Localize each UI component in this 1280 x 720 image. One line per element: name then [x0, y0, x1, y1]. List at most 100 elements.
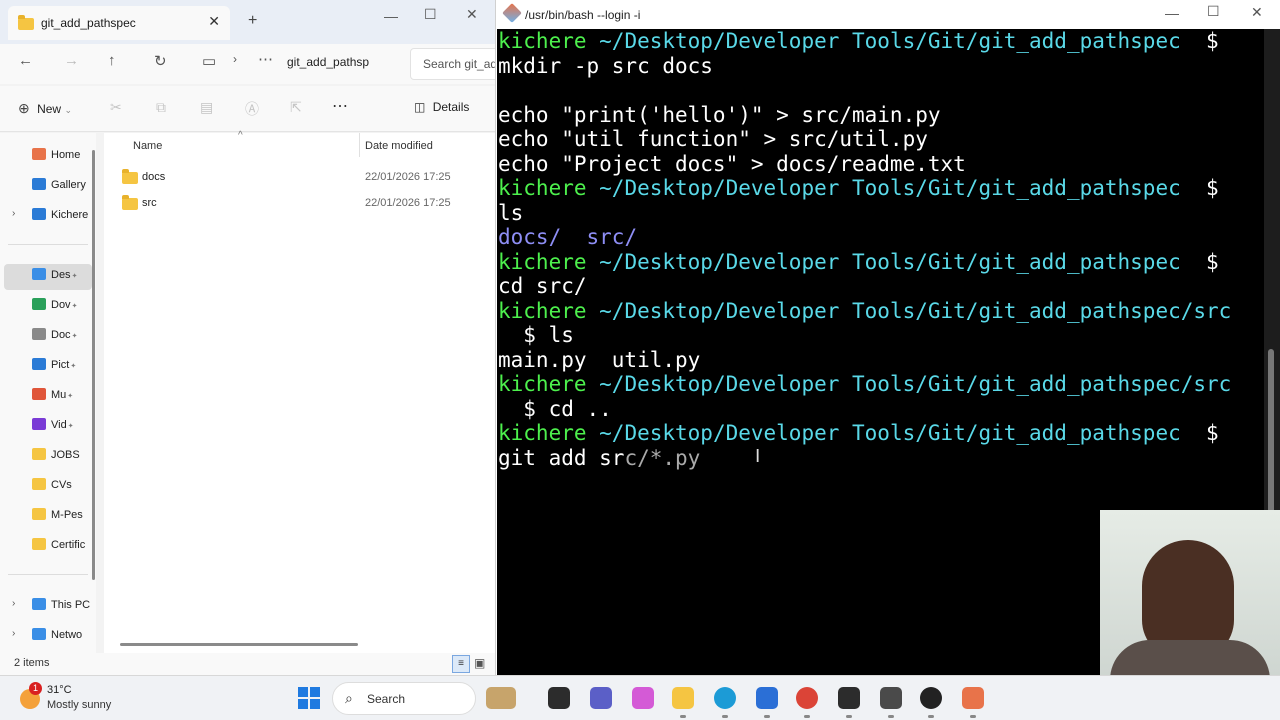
edge-icon[interactable]: [714, 687, 736, 709]
terminal-line: kichere ~/Desktop/Developer Tools/Git/gi…: [498, 421, 1280, 446]
nav-item-doc[interactable]: Doc✦: [32, 328, 94, 350]
navigation-pane: Home Gallery › Kichere Des✦ Dov✦ Doc✦ Pict✦ Mu✦ V…: [0, 133, 96, 653]
nav-item-mu[interactable]: Mu✦: [32, 388, 94, 410]
plus-circle-icon: ⊕: [18, 100, 30, 116]
search-icon: ⌕: [345, 690, 353, 706]
up-arrow-icon[interactable]: ↑: [108, 52, 116, 69]
terminal-text: echo "util function" > src/util.py: [498, 127, 928, 151]
git-icon[interactable]: [962, 687, 984, 709]
terminal-line: kichere ~/Desktop/Developer Tools/Git/gi…: [498, 250, 1280, 275]
file-explorer-window: git_add_pathspec ✕ + — ☐ ✕ ← → ↑ ↻ ▭ › ⋯…: [0, 0, 496, 675]
music-icon: [32, 388, 46, 400]
nav-item-this-pc[interactable]: This PC: [32, 598, 94, 620]
nav-pane-scrollbar[interactable]: [92, 150, 95, 580]
file-list: ^ Name Date modified docs 22/01/2026 17:2…: [104, 130, 495, 653]
nav-item-kichere[interactable]: Kichere: [32, 208, 94, 230]
chrome-icon[interactable]: [796, 687, 818, 709]
nav-item-m-pes[interactable]: M-Pes: [32, 508, 94, 530]
start-button[interactable]: [298, 687, 320, 709]
file-row[interactable]: src 22/01/2026 17:25: [118, 193, 488, 215]
refresh-icon[interactable]: ↻: [154, 52, 167, 70]
task-view-icon[interactable]: [548, 687, 570, 709]
nav-item-pict[interactable]: Pict✦: [32, 358, 94, 380]
more-path-icon[interactable]: ⋯: [258, 50, 273, 68]
chevron-down-icon: ⌄: [64, 105, 72, 115]
back-arrow-icon[interactable]: ←: [18, 52, 33, 69]
file-row[interactable]: docs 22/01/2026 17:25: [118, 167, 488, 189]
terminal-text: echo "print('hello')" > src/main.py: [498, 102, 941, 127]
nav-item-certific[interactable]: Certific: [32, 538, 94, 560]
rename-icon[interactable]: Ⓐ: [245, 99, 259, 119]
expand-chevron-icon[interactable]: ›: [12, 208, 15, 219]
expand-chevron-icon[interactable]: ›: [12, 598, 15, 609]
terminal-text: kichere: [498, 249, 600, 274]
nav-item-netwo[interactable]: Netwo: [32, 628, 94, 650]
column-header-name[interactable]: Name: [133, 140, 162, 152]
terminal-close-button[interactable]: ✕: [1251, 4, 1263, 21]
nav-item-cvs[interactable]: CVs: [32, 478, 94, 500]
cut-icon[interactable]: ✂: [110, 99, 122, 116]
nav-item-gallery[interactable]: Gallery: [32, 178, 94, 200]
nav-item-home[interactable]: Home: [32, 148, 94, 170]
explorer-tab[interactable]: git_add_pathspec ✕: [8, 6, 230, 40]
record-icon[interactable]: [920, 687, 942, 709]
nav-item-label: M-Pes: [51, 509, 83, 521]
list-view-icon[interactable]: ≡: [452, 655, 470, 673]
terminal-line: echo "Project docs" > docs/readme.txt: [498, 152, 1280, 177]
details-button[interactable]: ◫ Details: [414, 100, 469, 114]
terminal-text: $: [1180, 249, 1219, 274]
terminal-line: kichere ~/Desktop/Developer Tools/Git/gi…: [498, 299, 1280, 324]
expand-chevron-icon[interactable]: ›: [12, 628, 15, 639]
nav-item-vid[interactable]: Vid✦: [32, 418, 94, 440]
widget-icon[interactable]: [486, 687, 516, 709]
folder-icon: [18, 15, 34, 30]
close-tab-icon[interactable]: ✕: [208, 13, 220, 30]
minimize-button[interactable]: —: [384, 8, 398, 24]
teams-icon[interactable]: [590, 687, 612, 709]
new-tab-button[interactable]: +: [248, 12, 257, 30]
maximize-button[interactable]: ☐: [424, 6, 437, 23]
taskbar-search[interactable]: ⌕ Search: [332, 682, 476, 715]
text-cursor-icon: I: [755, 446, 761, 467]
scrollbar-thumb[interactable]: [1268, 349, 1274, 529]
explorer-nav-bar: ← → ↑ ↻ ▭ › ⋯ git_add_pathsp Search git_…: [0, 44, 495, 84]
monitor-icon[interactable]: ▭: [202, 52, 216, 70]
video-icon: [32, 418, 46, 430]
forward-arrow-icon[interactable]: →: [64, 52, 79, 69]
column-divider[interactable]: [359, 133, 360, 157]
more-options-icon[interactable]: ⋯: [332, 96, 348, 116]
copilot-icon[interactable]: [632, 687, 654, 709]
file-explorer-icon[interactable]: [672, 687, 694, 709]
terminal-icon[interactable]: [838, 687, 860, 709]
horizontal-scrollbar[interactable]: [120, 643, 358, 646]
column-header-date[interactable]: Date modified: [365, 140, 433, 152]
address-crumb[interactable]: git_add_pathsp: [287, 55, 369, 69]
store-icon[interactable]: [756, 687, 778, 709]
terminal-text: main.py util.py: [498, 347, 701, 372]
paste-icon[interactable]: ▤: [200, 99, 213, 116]
running-indicator: [722, 715, 728, 718]
terminal-minimize-button[interactable]: —: [1165, 5, 1179, 21]
folder-icon: [122, 195, 138, 210]
nav-item-dov[interactable]: Dov✦: [32, 298, 94, 320]
item-count: 2 items: [14, 657, 50, 669]
nav-item-jobs[interactable]: JOBS: [32, 448, 94, 470]
terminal-line: ls: [498, 201, 1280, 226]
gallery-icon: [32, 178, 46, 190]
weather-widget[interactable]: 1 31°C Mostly sunny: [18, 682, 138, 716]
terminal-text: ~/Desktop/Developer Tools/Git/git_add_pa…: [599, 372, 1232, 396]
terminal-text: c/*.py: [624, 445, 701, 470]
share-icon[interactable]: ⇱: [290, 99, 302, 116]
person-shoulders: [1110, 640, 1270, 680]
close-button[interactable]: ✕: [466, 6, 478, 23]
terminal-text: kichere: [498, 421, 600, 445]
terminal-maximize-button[interactable]: ☐: [1207, 3, 1220, 20]
search-input[interactable]: Search git_ad: [410, 48, 495, 80]
new-button[interactable]: ⊕ New ⌄: [18, 100, 72, 117]
tiles-view-icon[interactable]: ▣: [474, 656, 485, 670]
camera-icon[interactable]: [880, 687, 902, 709]
copy-icon[interactable]: ⧉: [156, 99, 166, 116]
nav-item-des[interactable]: Des✦: [32, 268, 94, 290]
nav-item-label: Dov: [51, 299, 71, 311]
